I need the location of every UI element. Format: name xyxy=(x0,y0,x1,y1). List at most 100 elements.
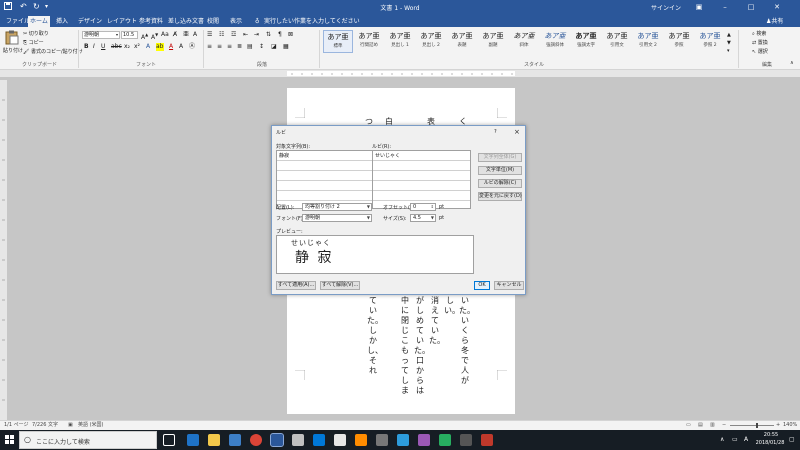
char-border-icon[interactable]: Ⓐ xyxy=(189,43,195,51)
ime-icon[interactable]: A xyxy=(744,436,748,443)
shrink-font-icon[interactable]: A▼ xyxy=(151,31,158,42)
style-reference[interactable]: あア亜 参照 xyxy=(664,30,694,53)
style-strong[interactable]: あア亜 強調太字 xyxy=(571,30,601,53)
subscript-icon[interactable]: x₂ xyxy=(124,43,130,51)
italic-icon[interactable]: I xyxy=(93,43,95,51)
per-char-button[interactable]: 文字単位(M) xyxy=(478,166,522,175)
zoom-slider[interactable] xyxy=(730,425,774,426)
target-field[interactable]: 静寂 xyxy=(279,152,289,159)
share-button[interactable]: ♟共有 xyxy=(766,16,783,25)
style-no-spacing[interactable]: あア亜 行間詰め xyxy=(354,30,384,53)
ribbon-display-icon[interactable]: ▣ xyxy=(690,0,708,14)
ruby-field[interactable]: せいじゃく xyxy=(375,152,400,159)
notification-icon[interactable]: ▢ xyxy=(789,436,795,443)
shading-icon[interactable]: ◪ xyxy=(271,43,277,51)
group-all-button[interactable]: 文字列全体(G) xyxy=(478,153,522,162)
style-emphasis[interactable]: あア亜 斜体 xyxy=(509,30,539,53)
remove-all-button[interactable]: すべて解除(V)... xyxy=(320,281,360,290)
clock-date[interactable]: 2018/01/28 xyxy=(754,440,786,446)
styles-more-icon[interactable]: ▾ xyxy=(727,47,730,55)
sort-icon[interactable]: ⇅ xyxy=(266,31,271,39)
find-button[interactable]: ⌕ 検索 xyxy=(752,30,766,37)
remove-ruby-button[interactable]: ルビの解除(C) xyxy=(478,179,522,188)
copy-button[interactable]: ⎘ コピー xyxy=(23,39,44,46)
tab-layout[interactable]: レイアウト xyxy=(105,16,139,27)
app-icon[interactable] xyxy=(376,434,388,446)
tab-review[interactable]: 校閲 xyxy=(205,16,221,27)
tab-view[interactable]: 表示 xyxy=(228,16,244,27)
chrome-icon[interactable] xyxy=(250,434,262,446)
read-mode-icon[interactable]: ▭ xyxy=(686,421,691,430)
mail-icon[interactable] xyxy=(313,434,325,446)
tell-me-box[interactable]: 実行したい作業を入力してください xyxy=(262,16,362,27)
app-icon[interactable] xyxy=(334,434,346,446)
distribute-icon[interactable]: ▤ xyxy=(247,43,253,51)
windows-start-icon[interactable] xyxy=(5,435,14,446)
align-left-icon[interactable]: ≡ xyxy=(207,43,212,51)
dialog-close-button[interactable]: × xyxy=(514,128,520,136)
word-icon[interactable] xyxy=(270,433,284,447)
ok-button[interactable]: OK xyxy=(474,281,490,290)
zoom-in-button[interactable]: + xyxy=(776,421,780,430)
network-icon[interactable]: ▭ xyxy=(732,436,738,443)
size-select[interactable]: 4.5 ▼ xyxy=(410,214,436,222)
paste-button[interactable]: 貼り付け xyxy=(3,30,23,54)
store-icon[interactable] xyxy=(229,434,241,446)
explorer-icon[interactable] xyxy=(208,434,220,446)
change-case-icon[interactable]: Aa xyxy=(161,31,169,39)
word-count[interactable]: 7/226 文字 xyxy=(32,421,58,430)
increase-indent-icon[interactable]: ⇥ xyxy=(254,31,259,39)
language-status[interactable]: 英語 (米国) xyxy=(78,421,104,430)
decrease-indent-icon[interactable]: ⇤ xyxy=(243,31,248,39)
app-icon[interactable] xyxy=(460,434,472,446)
proofing-icon[interactable]: ▣ xyxy=(68,421,73,430)
strikethrough-icon[interactable]: abc xyxy=(111,43,122,51)
numbering-icon[interactable]: ☷ xyxy=(219,31,224,39)
tab-references[interactable]: 参考資料 xyxy=(137,16,165,27)
bold-icon[interactable]: B xyxy=(84,43,89,51)
text-effects-icon[interactable]: A xyxy=(146,43,150,51)
font-color-icon[interactable]: A xyxy=(169,43,173,51)
cancel-button[interactable]: キャンセル xyxy=(494,281,524,290)
print-layout-icon[interactable]: ▤ xyxy=(698,421,703,430)
style-heading-1[interactable]: あア亜 見出し 1 xyxy=(385,30,415,53)
font-size-combo[interactable]: 10.5 xyxy=(121,31,138,39)
underline-icon[interactable]: U xyxy=(101,43,105,51)
font-name-combo[interactable]: 游明朝 ▾ xyxy=(82,31,120,39)
app-icon[interactable] xyxy=(439,434,451,446)
styles-scroll-up-icon[interactable]: ▲ xyxy=(727,31,731,39)
restore-button[interactable]: 変更を元に戻す(D) xyxy=(478,192,522,201)
bullets-icon[interactable]: ☰ xyxy=(207,31,212,39)
horizontal-ruler[interactable] xyxy=(0,70,800,77)
tray-up-icon[interactable]: ∧ xyxy=(720,436,724,443)
ruby-grid[interactable]: 静寂 せいじゃく xyxy=(276,150,471,209)
app-icon[interactable] xyxy=(355,434,367,446)
style-intense-reference[interactable]: あア亜 参照 2 xyxy=(695,30,725,53)
format-painter-button[interactable]: 🖌 書式のコピー/貼り付け xyxy=(23,48,83,55)
zoom-out-button[interactable]: − xyxy=(722,421,726,430)
phonetic-guide-icon[interactable]: 亜 xyxy=(183,31,189,39)
superscript-icon[interactable]: x² xyxy=(134,43,140,51)
style-heading-2[interactable]: あア亜 見出し 2 xyxy=(416,30,446,53)
tab-mailings[interactable]: 差し込み文書 xyxy=(166,16,206,27)
collapse-ribbon-icon[interactable]: ∧ xyxy=(790,59,794,67)
align-right-icon[interactable]: ≡ xyxy=(227,43,232,51)
show-marks-icon[interactable]: ¶ xyxy=(278,31,282,39)
asian-layout-icon[interactable]: ⊠ xyxy=(288,31,293,39)
cut-button[interactable]: ✂ 切り取り xyxy=(23,30,49,37)
offset-stepper[interactable]: 0 ⇕ xyxy=(410,203,436,211)
app-icon[interactable] xyxy=(481,434,493,446)
style-normal[interactable]: あア亜 標準 xyxy=(323,30,353,53)
minimize-button[interactable]: – xyxy=(716,0,734,14)
char-shading-icon[interactable]: A xyxy=(179,43,183,51)
close-window-button[interactable]: ✕ xyxy=(768,0,786,14)
signin-link[interactable]: サインイン xyxy=(651,3,681,12)
taskbar-search-box[interactable]: ○ ここに入力して検索 xyxy=(19,431,157,449)
style-quote[interactable]: あア亜 引用文 xyxy=(602,30,632,53)
tab-insert[interactable]: 挿入 xyxy=(54,16,70,27)
borders-icon[interactable]: ▦ xyxy=(283,43,289,51)
replace-button[interactable]: ⇄ 置換 xyxy=(752,39,768,46)
page-count[interactable]: 1/1 ページ xyxy=(4,421,29,430)
tab-home[interactable]: ホーム xyxy=(28,16,50,27)
zoom-level[interactable]: 140% xyxy=(783,421,797,430)
